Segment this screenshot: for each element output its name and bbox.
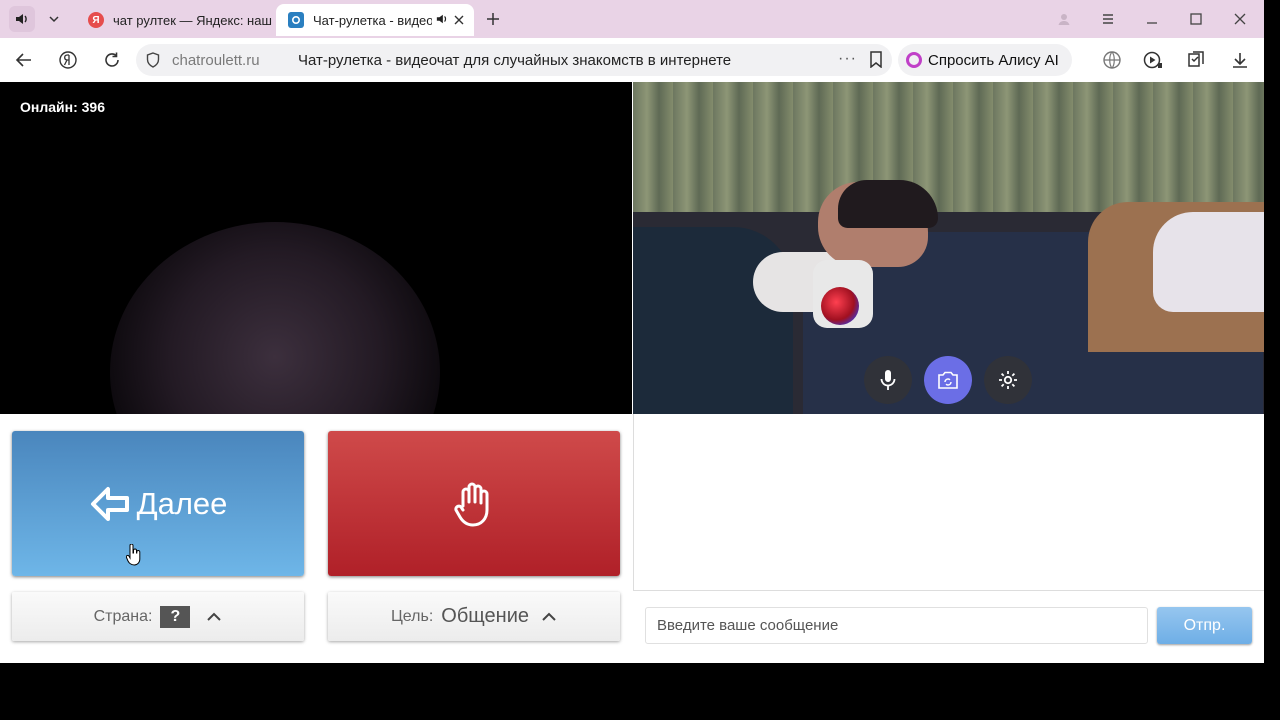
- stop-button[interactable]: [328, 431, 620, 576]
- yandex-icon: Я: [88, 12, 104, 28]
- camera-switch-icon[interactable]: [924, 356, 972, 404]
- more-dots-icon[interactable]: ···: [838, 50, 857, 68]
- downloads-icon[interactable]: [1228, 48, 1252, 72]
- microphone-toggle-icon[interactable]: [864, 356, 912, 404]
- tab-chatroulette[interactable]: Чат-рулетка - видеоч: [276, 4, 474, 36]
- goal-selector[interactable]: Цель: Общение: [328, 592, 620, 641]
- bookmark-icon[interactable]: [869, 51, 883, 73]
- mouse-pointer-hand-icon: [125, 543, 142, 571]
- stranger-video: Онлайн: 396: [0, 82, 632, 414]
- collections-icon[interactable]: [1184, 48, 1208, 72]
- address-bar[interactable]: chatroulett.ru Чат-рулетка - видеочат дл…: [136, 44, 892, 76]
- yandex-home-icon[interactable]: [56, 48, 80, 72]
- alice-icon: [906, 52, 922, 68]
- close-window-icon[interactable]: [1228, 8, 1252, 30]
- tab-title: Чат-рулетка - видеоч: [313, 12, 432, 28]
- menu-hamburger-icon[interactable]: [1096, 8, 1120, 30]
- message-input[interactable]: [645, 607, 1148, 644]
- ask-alice-button[interactable]: Спросить Алису AI: [898, 44, 1072, 76]
- next-button-label: Далее: [136, 485, 228, 521]
- tab-yandex-search[interactable]: Я чат рултек — Яндекс: наш: [76, 4, 272, 36]
- back-arrow-icon[interactable]: [12, 48, 36, 72]
- url-domain: chatroulett.ru: [172, 52, 260, 69]
- tab-close-icon[interactable]: [454, 13, 464, 28]
- new-tab-plus-icon[interactable]: [480, 6, 506, 32]
- country-label: Страна:: [93, 607, 153, 625]
- stop-hand-icon: [453, 480, 495, 528]
- alice-label: Спросить Алису AI: [928, 51, 1059, 69]
- video-player-icon[interactable]: [1141, 48, 1165, 72]
- tabs-dropdown-chevron-icon[interactable]: [41, 6, 67, 32]
- tab-strip: Я чат рултек — Яндекс: наш Чат-рулетка -…: [0, 0, 1264, 38]
- tab-title: чат рултек — Яндекс: наш: [113, 12, 272, 28]
- online-counter: Онлайн: 396: [20, 99, 105, 115]
- goal-value: Общение: [441, 605, 530, 627]
- chatroulette-icon: [288, 12, 304, 28]
- chat-messages: [633, 414, 1264, 591]
- send-button[interactable]: Отпр.: [1157, 607, 1252, 644]
- translate-globe-icon[interactable]: [1100, 48, 1124, 72]
- page-title: Чат-рулетка - видеочат для случайных зна…: [298, 52, 732, 69]
- chevron-up-icon: [206, 612, 222, 622]
- chevron-up-icon: [541, 612, 557, 622]
- next-button[interactable]: Далее: [12, 431, 304, 576]
- profile-icon[interactable]: [1052, 8, 1076, 30]
- maximize-icon[interactable]: [1184, 8, 1208, 30]
- arrow-left-outline-icon: [89, 485, 131, 523]
- reload-icon[interactable]: [100, 48, 124, 72]
- own-camera-video: [633, 82, 1264, 414]
- tab-audio-icon[interactable]: [436, 13, 448, 28]
- minimize-icon[interactable]: [1140, 8, 1164, 30]
- address-toolbar: chatroulett.ru Чат-рулетка - видеочат дл…: [0, 38, 1264, 82]
- site-security-shield-icon[interactable]: [146, 52, 160, 73]
- country-flag-unknown: ?: [160, 605, 191, 628]
- stranger-video-blur: [110, 222, 440, 414]
- goal-label: Цель:: [390, 607, 434, 625]
- audio-tab-control-icon[interactable]: [9, 6, 35, 32]
- country-selector[interactable]: Страна: ?: [12, 592, 304, 641]
- settings-gear-icon[interactable]: [984, 356, 1032, 404]
- browser-window: Я чат рултек — Яндекс: наш Чат-рулетка -…: [0, 0, 1264, 663]
